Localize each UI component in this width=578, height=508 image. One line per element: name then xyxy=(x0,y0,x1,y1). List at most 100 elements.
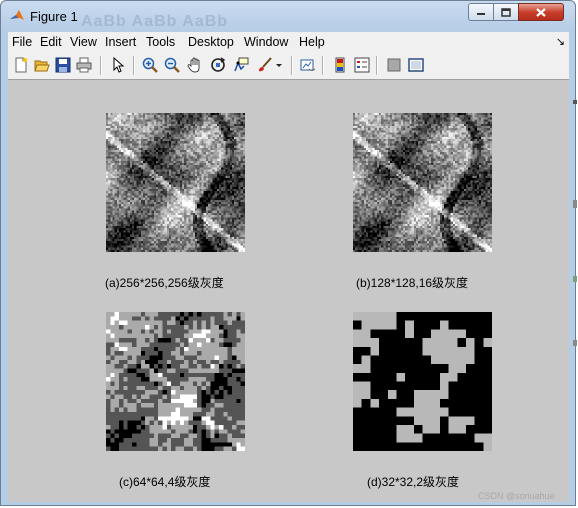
menu-file[interactable]: File xyxy=(12,35,32,49)
pixel-cell xyxy=(236,149,239,153)
pixel-cell xyxy=(108,191,111,194)
maximize-button[interactable] xyxy=(493,3,519,21)
pixel-cell xyxy=(112,243,115,246)
pixel-cell xyxy=(411,128,414,131)
pixel-cell xyxy=(129,215,133,218)
menu-tools[interactable]: Tools xyxy=(146,35,175,49)
pixel-cell xyxy=(422,119,425,122)
pixel-cell xyxy=(138,189,141,192)
hide-plot-tools-icon[interactable] xyxy=(385,56,403,74)
pixel-cell xyxy=(195,117,198,120)
subplot-b-image[interactable] xyxy=(353,113,492,252)
zoom-out-icon[interactable] xyxy=(163,56,181,74)
pixel-cell xyxy=(411,121,414,124)
pixel-cell xyxy=(210,156,213,159)
menu-window[interactable]: Window xyxy=(244,35,288,49)
pan-hand-icon[interactable] xyxy=(186,56,204,74)
pixel-cell xyxy=(121,243,124,246)
pixel-cell xyxy=(173,199,176,203)
pixel-cell xyxy=(435,119,438,122)
pixel-cell xyxy=(190,215,193,218)
pixel-cell xyxy=(197,134,200,137)
pixel-cell xyxy=(426,132,430,135)
rotate-3d-icon[interactable] xyxy=(209,56,227,74)
pixel-cell xyxy=(132,195,135,198)
legend-icon[interactable] xyxy=(353,56,371,74)
pixel-cell xyxy=(212,247,215,250)
subplot-a-image[interactable] xyxy=(106,113,245,252)
data-cursor-icon[interactable] xyxy=(232,56,250,74)
pixel-cell xyxy=(424,126,427,129)
brush-dropdown-icon[interactable] xyxy=(275,56,283,74)
menu-edit[interactable]: Edit xyxy=(40,35,62,49)
zoom-in-icon[interactable] xyxy=(141,56,159,74)
pixel-cell xyxy=(203,199,206,203)
pixel-cell xyxy=(218,210,222,213)
figure-canvas[interactable]: (a)256*256,256级灰度 (b)128*128,16级灰度 (c)64… xyxy=(8,80,569,502)
dock-arrow-icon[interactable]: ↘ xyxy=(556,35,565,48)
pixel-cell xyxy=(162,121,165,124)
pixel-cell xyxy=(138,156,141,159)
pixel-cell xyxy=(140,115,143,118)
pixel-cell xyxy=(136,228,139,231)
pixel-cell xyxy=(108,238,111,242)
brush-icon[interactable] xyxy=(256,56,274,74)
pixel-cell xyxy=(231,158,235,161)
pixel-cell xyxy=(398,126,401,129)
pixel-cell xyxy=(478,121,482,124)
pixel-cell xyxy=(400,139,403,142)
pixel-cell xyxy=(127,178,130,181)
pixel-cell xyxy=(238,175,241,179)
pixel-cell xyxy=(127,212,130,216)
pixel-cell xyxy=(218,152,222,155)
pixel-cell xyxy=(223,236,226,240)
pixel-cell xyxy=(197,173,200,177)
title-bar[interactable]: Figure 1 AaBb AaBb AaBb xyxy=(1,1,575,31)
pixel-cell xyxy=(125,208,128,211)
pixel-cell xyxy=(229,230,233,233)
pixel-cell xyxy=(188,156,191,159)
menu-desktop[interactable]: Desktop xyxy=(188,35,234,49)
pixel-cell xyxy=(142,204,146,207)
menu-help[interactable]: Help xyxy=(299,35,325,49)
pixel-cell xyxy=(389,141,393,144)
pixel-cell xyxy=(184,117,187,120)
new-figure-icon[interactable] xyxy=(12,56,30,74)
pixel-cell xyxy=(147,191,150,194)
pixel-cell xyxy=(190,160,193,163)
pixel-cell xyxy=(182,228,185,231)
pixel-cell xyxy=(361,130,364,133)
menu-view[interactable]: View xyxy=(70,35,97,49)
pixel-cell xyxy=(201,202,204,205)
pixel-cell xyxy=(192,199,196,203)
pixel-cell xyxy=(138,206,141,209)
pixel-cell xyxy=(223,241,226,244)
pixel-cell xyxy=(212,208,215,211)
pixel-cell xyxy=(405,136,408,140)
pixel-cell xyxy=(205,139,209,142)
pixel-cell xyxy=(155,121,159,124)
close-button[interactable] xyxy=(518,3,564,21)
pixel-cell xyxy=(123,202,126,205)
save-icon[interactable] xyxy=(54,56,72,74)
pixel-cell xyxy=(134,184,137,187)
open-file-icon[interactable] xyxy=(33,56,51,74)
print-icon[interactable] xyxy=(75,56,93,74)
pixel-cell xyxy=(155,247,159,250)
pixel-cell xyxy=(240,113,243,116)
link-plot-icon[interactable] xyxy=(299,56,317,74)
pixel-cell xyxy=(218,195,222,198)
show-plot-tools-icon[interactable] xyxy=(407,56,425,74)
colorbar-icon[interactable] xyxy=(331,56,349,74)
pixel-cell xyxy=(177,134,180,137)
pixel-cell xyxy=(216,184,219,187)
menu-insert[interactable]: Insert xyxy=(105,35,136,49)
pixel-cell xyxy=(402,119,406,122)
pixel-cell xyxy=(223,119,226,122)
minimize-button[interactable] xyxy=(468,3,494,21)
pixel-cell xyxy=(140,162,143,166)
pixel-cell xyxy=(192,241,196,244)
pixel-cell xyxy=(214,145,217,148)
select-arrow-icon[interactable] xyxy=(109,56,127,74)
pixel-cell xyxy=(153,245,156,248)
